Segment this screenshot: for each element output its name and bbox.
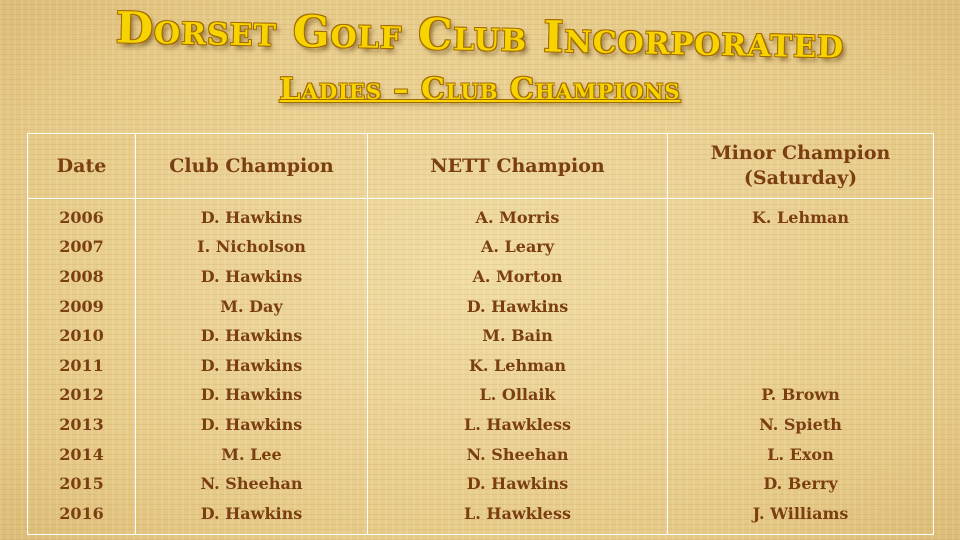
- cell-minor-champion: [667, 321, 934, 351]
- table-row: 2007 I. Nicholson A. Leary: [27, 232, 934, 263]
- table-row: 2008 D. Hawkins A. Morton: [27, 262, 934, 292]
- cell-minor-champion: N. Spieth: [667, 410, 934, 440]
- cell-minor-champion: L. Exon: [667, 439, 934, 470]
- cell-minor-champion: [667, 232, 934, 263]
- cell-minor-champion: K. Lehman: [667, 198, 934, 233]
- cell-date: 2008: [27, 262, 136, 292]
- cell-nett-champion: L. Hawkless: [367, 498, 668, 535]
- table-row: 2010 D. Hawkins M. Bain: [27, 321, 934, 351]
- header-date: Date: [27, 133, 136, 199]
- cell-club-champion: D. Hawkins: [135, 498, 368, 535]
- cell-nett-champion: A. Leary: [367, 232, 668, 263]
- cell-club-champion: D. Hawkins: [135, 321, 368, 351]
- cell-club-champion: D. Hawkins: [135, 198, 368, 233]
- cell-club-champion: N. Sheehan: [135, 469, 368, 499]
- cell-minor-champion: D. Berry: [667, 469, 934, 499]
- cell-club-champion: M. Day: [135, 291, 368, 322]
- table-row: 2014 M. Lee N. Sheehan L. Exon: [27, 439, 934, 470]
- cell-club-champion: M. Lee: [135, 439, 368, 470]
- cell-date: 2011: [27, 350, 136, 381]
- table-header-row: Date Club Champion NETT Champion Minor C…: [27, 133, 934, 199]
- cell-date: 2010: [27, 321, 136, 351]
- cell-club-champion: D. Hawkins: [135, 380, 368, 411]
- table-row: 2011 D. Hawkins K. Lehman: [27, 350, 934, 381]
- cell-nett-champion: L. Ollaik: [367, 380, 668, 411]
- cell-club-champion: I. Nicholson: [135, 232, 368, 263]
- table-row: 2016 D. Hawkins L. Hawkless J. Williams: [27, 498, 934, 535]
- cell-date: 2013: [27, 410, 136, 440]
- header-minor-champion: Minor Champion (Saturday): [667, 133, 934, 199]
- cell-nett-champion: L. Hawkless: [367, 410, 668, 440]
- cell-nett-champion: N. Sheehan: [367, 439, 668, 470]
- cell-nett-champion: A. Morton: [367, 262, 668, 292]
- cell-minor-champion: [667, 350, 934, 381]
- table-row: 2012 D. Hawkins L. Ollaik P. Brown: [27, 380, 934, 411]
- cell-club-champion: D. Hawkins: [135, 262, 368, 292]
- cell-date: 2014: [27, 439, 136, 470]
- cell-date: 2009: [27, 291, 136, 322]
- cell-date: 2007: [27, 232, 136, 263]
- table-row: 2009 M. Day D. Hawkins: [27, 291, 934, 322]
- cell-date: 2015: [27, 469, 136, 499]
- champions-table: Date Club Champion NETT Champion Minor C…: [27, 133, 934, 535]
- cell-minor-champion: [667, 262, 934, 292]
- cell-date: 2016: [27, 498, 136, 535]
- cell-minor-champion: J. Williams: [667, 498, 934, 535]
- page-subtitle: Ladies – Club Champions: [279, 72, 681, 107]
- header-minor-champion-label: Minor Champion (Saturday): [710, 142, 891, 189]
- cell-minor-champion: P. Brown: [667, 380, 934, 411]
- table-row: 2015 N. Sheehan D. Hawkins D. Berry: [27, 469, 934, 499]
- cell-minor-champion: [667, 291, 934, 322]
- header-club-champion: Club Champion: [135, 133, 368, 199]
- table-body: 2006 D. Hawkins A. Morris K. Lehman 2007…: [27, 198, 934, 535]
- cell-nett-champion: A. Morris: [367, 198, 668, 233]
- cell-date: 2006: [27, 198, 136, 233]
- cell-nett-champion: M. Bain: [367, 321, 668, 351]
- table-row: 2006 D. Hawkins A. Morris K. Lehman: [27, 198, 934, 233]
- cell-club-champion: D. Hawkins: [135, 350, 368, 381]
- header-nett-champion: NETT Champion: [367, 133, 668, 199]
- cell-nett-champion: D. Hawkins: [367, 469, 668, 499]
- page-title: Dorset Golf Club Incorporated: [115, 3, 845, 69]
- table-row: 2013 D. Hawkins L. Hawkless N. Spieth: [27, 410, 934, 440]
- cell-nett-champion: K. Lehman: [367, 350, 668, 381]
- cell-club-champion: D. Hawkins: [135, 410, 368, 440]
- cell-date: 2012: [27, 380, 136, 411]
- cell-nett-champion: D. Hawkins: [367, 291, 668, 322]
